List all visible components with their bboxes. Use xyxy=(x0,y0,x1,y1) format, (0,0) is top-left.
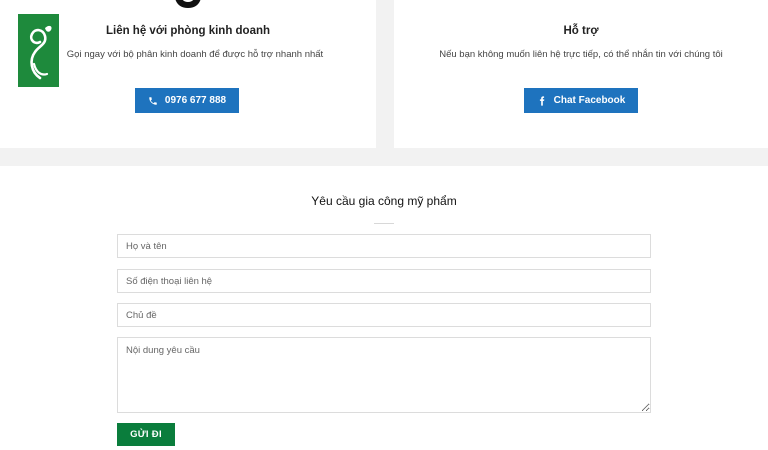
support-card-title: Hỗ trợ xyxy=(563,25,599,37)
chat-facebook-button[interactable]: Chat Facebook xyxy=(524,88,638,113)
brand-logo[interactable] xyxy=(18,14,59,87)
support-card-description: Nếu bạn không muốn liên hệ trực tiếp, có… xyxy=(439,49,723,60)
name-input[interactable] xyxy=(117,234,651,258)
phone-circle-icon xyxy=(175,0,201,8)
sales-card-description: Gọi ngay với bộ phân kinh doanh để được … xyxy=(66,49,324,60)
phone-icon xyxy=(149,96,157,105)
chat-facebook-button-label: Chat Facebook xyxy=(553,95,626,106)
quote-request-form: Yêu cầu gia công mỹ phẩm GỬI ĐI xyxy=(0,166,768,450)
contact-cards-area: Liên hệ với phòng kinh doanh Gọi ngay vớ… xyxy=(0,0,768,166)
call-phone-button-label: 0976 677 888 xyxy=(164,95,227,106)
submit-button[interactable]: GỬI ĐI xyxy=(117,423,175,446)
title-divider xyxy=(374,223,394,224)
subject-input[interactable] xyxy=(117,303,651,327)
support-contact-card: Hỗ trợ Nếu bạn không muốn liên hệ trực t… xyxy=(394,0,768,148)
leaf-swirl-logo-icon xyxy=(29,25,52,79)
phone-input[interactable] xyxy=(117,269,651,293)
facebook-icon xyxy=(539,95,544,106)
chat-bubbles-icon xyxy=(558,0,598,12)
request-content-textarea[interactable] xyxy=(117,337,651,413)
call-phone-button[interactable]: 0976 677 888 xyxy=(135,88,239,113)
form-title: Yêu cầu gia công mỹ phẩm xyxy=(311,194,457,208)
